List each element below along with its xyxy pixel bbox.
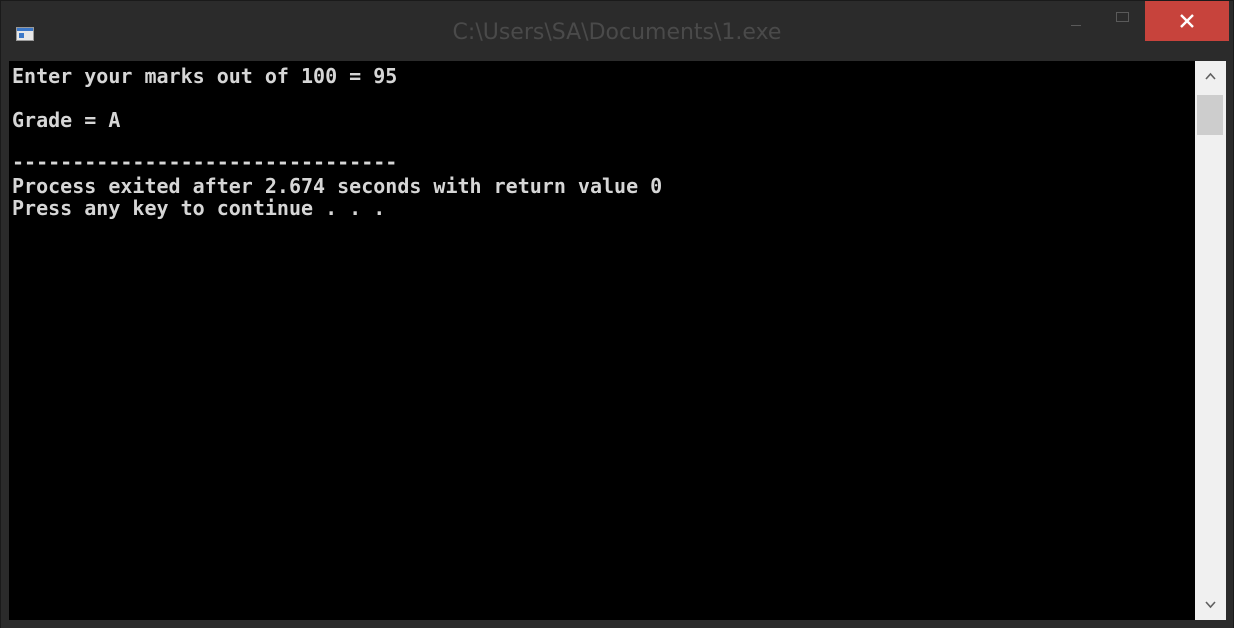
title-bar[interactable]: C:\Users\SA\Documents\1.exe <box>1 1 1233 61</box>
minimize-button[interactable] <box>1061 1 1091 41</box>
window-bottom-border <box>1 620 1233 628</box>
console-line: Press any key to continue . . . <box>12 196 386 220</box>
chevron-up-icon <box>1205 72 1216 80</box>
console-line: Grade = A <box>12 108 121 132</box>
scroll-up-button[interactable] <box>1195 61 1226 91</box>
chevron-down-icon <box>1205 601 1216 609</box>
close-button[interactable] <box>1145 1 1229 41</box>
console-line: Process exited after 2.674 seconds with … <box>12 174 663 198</box>
vertical-scrollbar[interactable] <box>1195 61 1226 620</box>
console-line: Enter your marks out of 100 = 95 <box>12 64 398 88</box>
console-window: C:\Users\SA\Documents\1.exe Enter your m… <box>0 0 1234 628</box>
console-output[interactable]: Enter your marks out of 100 = 95 Grade =… <box>9 61 1195 620</box>
scroll-thumb[interactable] <box>1197 95 1223 135</box>
console-line: -------------------------------- <box>12 150 398 174</box>
window-title: C:\Users\SA\Documents\1.exe <box>452 20 782 45</box>
maximize-icon <box>1116 12 1129 22</box>
maximize-button[interactable] <box>1107 1 1137 41</box>
scroll-down-button[interactable] <box>1195 590 1226 620</box>
minimize-icon <box>1071 25 1081 26</box>
close-icon <box>1180 14 1194 28</box>
